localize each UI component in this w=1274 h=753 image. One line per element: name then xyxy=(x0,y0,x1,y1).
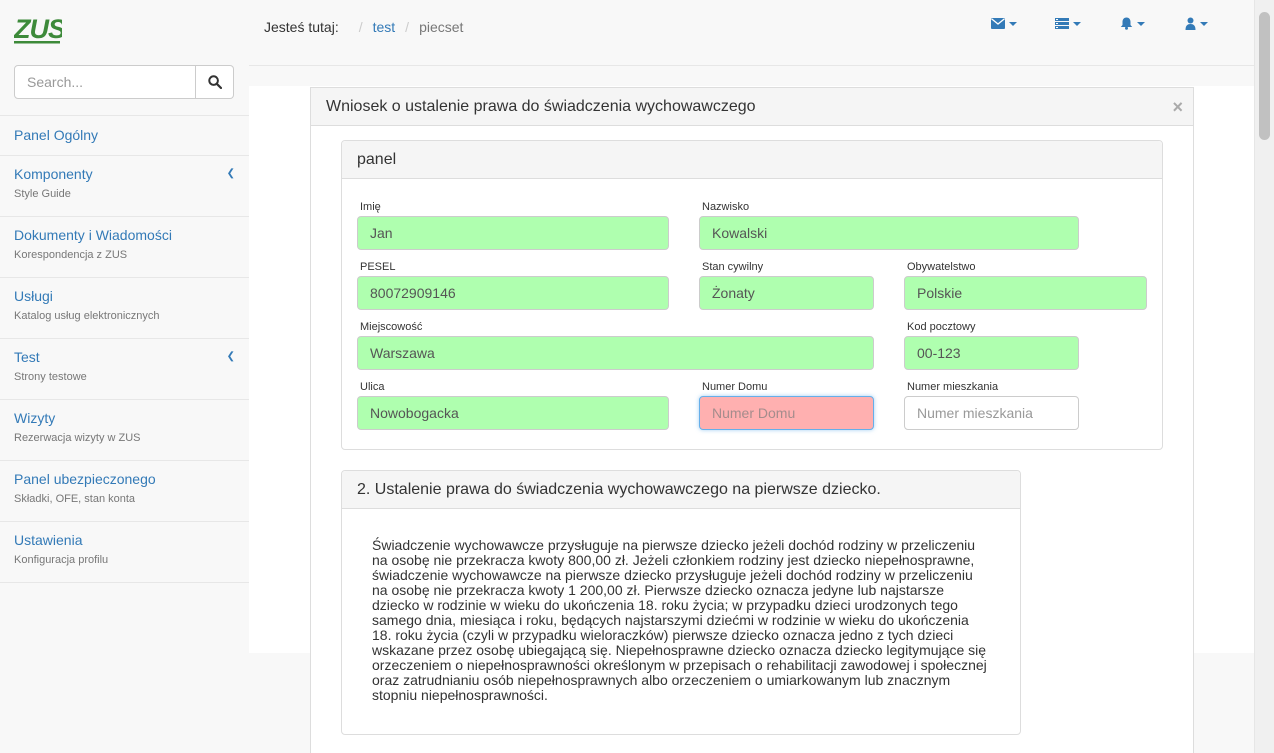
close-icon[interactable]: × xyxy=(1172,98,1183,116)
caret-down-icon xyxy=(1136,21,1145,26)
apartment-number-label: Numer mieszkania xyxy=(907,381,999,393)
user-icon xyxy=(1185,17,1195,30)
breadcrumb: Jesteś tutaj: / test / piecset xyxy=(264,19,463,35)
scrollbar-thumb[interactable] xyxy=(1259,12,1270,140)
sidebar-item-wizyty[interactable]: Wizyty Rezerwacja wizyty w ZUS xyxy=(0,400,249,461)
messages-dropdown[interactable] xyxy=(972,17,1036,30)
alerts-dropdown[interactable] xyxy=(1100,17,1164,30)
citizenship-label: Obywatelstwo xyxy=(907,261,976,273)
sidebar-item-dokumenty[interactable]: Dokumenty i Wiadomości Korespondencja z … xyxy=(0,217,249,278)
sidebar-item-panel-ubezpieczonego[interactable]: Panel ubezpieczonego Składki, OFE, stan … xyxy=(0,461,249,522)
pesel-field[interactable] xyxy=(357,276,669,310)
sidebar-item-subtitle: Katalog usług elektronicznych xyxy=(14,310,160,322)
bell-icon xyxy=(1120,17,1132,30)
sidebar-item-komponenty[interactable]: Komponenty Style Guide ❮ xyxy=(0,156,249,217)
sidebar-item-subtitle: Składki, OFE, stan konta xyxy=(14,493,136,505)
sidebar-item-label: Wizyty xyxy=(14,410,56,426)
envelope-icon xyxy=(991,18,1005,29)
apartment-number-group: Numer mieszkania xyxy=(904,381,1079,430)
user-dropdown[interactable] xyxy=(1164,17,1228,30)
sidebar-item-label: Panel ubezpieczonego xyxy=(14,471,156,487)
chevron-left-icon[interactable]: ❮ xyxy=(227,168,235,179)
sidebar-item-uslugi[interactable]: Usługi Katalog usług elektronicznych xyxy=(0,278,249,339)
sidebar-item-subtitle: Rezerwacja wizyty w ZUS xyxy=(14,432,141,444)
citizenship-group: Obywatelstwo xyxy=(904,261,1147,310)
house-number-label: Numer Domu xyxy=(702,381,768,393)
first-name-group: Imię xyxy=(357,201,669,250)
street-field[interactable] xyxy=(357,396,669,430)
breadcrumb-separator: / xyxy=(358,19,363,35)
street-group: Ulica xyxy=(357,381,669,430)
breadcrumb-link-test[interactable]: test xyxy=(373,19,396,35)
sidebar-item-panel-ogolny[interactable]: Panel Ogólny xyxy=(0,116,249,156)
postal-code-group: Kod pocztowy xyxy=(904,321,1079,370)
search-button[interactable] xyxy=(196,65,234,99)
sidebar-item-label: Komponenty xyxy=(14,166,93,182)
citizenship-field[interactable] xyxy=(904,276,1147,310)
panel-title: 2. Ustalenie prawa do świadczenia wychow… xyxy=(342,471,1020,509)
breadcrumb-current: piecset xyxy=(419,19,464,35)
sidebar-item-subtitle: Konfiguracja profilu xyxy=(14,554,109,566)
dialog-header: Wniosek o ustalenie prawa do świadczenia… xyxy=(311,88,1193,126)
last-name-field[interactable] xyxy=(699,216,1079,250)
top-toolbar xyxy=(972,17,1228,30)
marital-status-group: Stan cywilny xyxy=(699,261,874,310)
last-name-label: Nazwisko xyxy=(702,201,750,213)
city-group: Miejscowość xyxy=(357,321,874,370)
dialog-title: Wniosek o ustalenie prawa do świadczenia… xyxy=(326,98,756,115)
caret-down-icon xyxy=(1073,21,1081,26)
caret-down-icon xyxy=(1009,21,1017,26)
header-divider xyxy=(249,65,1254,66)
svg-text:ZUS: ZUS xyxy=(14,14,62,44)
panel-title: panel xyxy=(342,141,1162,179)
list-icon xyxy=(1055,18,1069,29)
apartment-number-field[interactable] xyxy=(904,396,1079,430)
pesel-label: PESEL xyxy=(360,261,396,273)
sidebar-item-subtitle: Korespondencja z ZUS xyxy=(14,249,128,261)
sidebar-item-label: Usługi xyxy=(14,288,53,304)
street-label: Ulica xyxy=(360,381,385,393)
first-child-benefit-panel: 2. Ustalenie prawa do świadczenia wychow… xyxy=(341,470,1021,735)
sidebar-item-label: Dokumenty i Wiadomości xyxy=(14,227,172,243)
first-name-field[interactable] xyxy=(357,216,669,250)
postal-code-field[interactable] xyxy=(904,336,1079,370)
sidebar-item-subtitle: Strony testowe xyxy=(14,371,87,383)
postal-code-label: Kod pocztowy xyxy=(907,321,976,333)
sidebar-item-label: Ustawienia xyxy=(14,532,83,548)
house-number-group: Numer Domu xyxy=(699,381,874,430)
sidebar-item-label: Panel Ogólny xyxy=(14,127,99,143)
house-number-field[interactable] xyxy=(699,396,874,430)
personal-data-panel: panel Imię Nazwisko PESEL Stan cywilny O… xyxy=(341,140,1163,450)
page-scrollbar[interactable] xyxy=(1254,0,1274,753)
sidebar-item-subtitle: Style Guide xyxy=(14,188,71,200)
marital-status-field[interactable] xyxy=(699,276,874,310)
search-icon xyxy=(207,75,222,89)
city-field[interactable] xyxy=(357,336,874,370)
pesel-group: PESEL xyxy=(357,261,669,310)
search-input[interactable] xyxy=(14,65,196,99)
search-bar xyxy=(14,65,234,99)
first-name-label: Imię xyxy=(360,201,381,213)
marital-status-label: Stan cywilny xyxy=(702,261,764,273)
sidebar: Panel Ogólny Komponenty Style Guide ❮ Do… xyxy=(0,115,249,583)
last-name-group: Nazwisko xyxy=(699,201,1079,250)
sidebar-item-ustawienia[interactable]: Ustawienia Konfiguracja profilu xyxy=(0,522,249,583)
sidebar-item-test[interactable]: Test Strony testowe ❮ xyxy=(0,339,249,400)
city-label: Miejscowość xyxy=(360,321,423,333)
breadcrumb-separator: / xyxy=(405,19,410,35)
panel-body-text: Świadczenie wychowawcze przysługuje na p… xyxy=(372,537,987,703)
zus-logo[interactable]: ZUS xyxy=(14,14,62,44)
breadcrumb-label: Jesteś tutaj: xyxy=(264,19,339,35)
tasks-dropdown[interactable] xyxy=(1036,17,1100,30)
sidebar-item-label: Test xyxy=(14,349,40,365)
caret-down-icon xyxy=(1199,21,1208,26)
chevron-left-icon[interactable]: ❮ xyxy=(227,351,235,362)
